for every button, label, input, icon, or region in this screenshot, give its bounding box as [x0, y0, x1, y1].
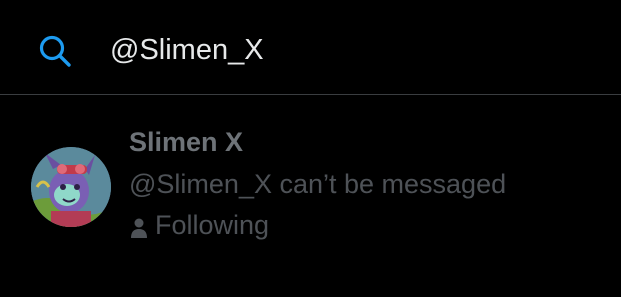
cannot-message-notice: @Slimen_X can’t be messaged	[129, 169, 507, 199]
relationship-status: Following	[129, 210, 269, 241]
search-input[interactable]	[110, 28, 590, 72]
search-result-user[interactable]: Slimen X @Slimen_X can’t be messaged Fol…	[0, 96, 621, 297]
display-name: Slimen X	[129, 127, 244, 157]
person-icon	[129, 215, 149, 238]
search-icon[interactable]	[38, 34, 72, 68]
following-label: Following	[155, 210, 270, 240]
avatar	[31, 147, 111, 227]
search-bar	[0, 0, 621, 95]
